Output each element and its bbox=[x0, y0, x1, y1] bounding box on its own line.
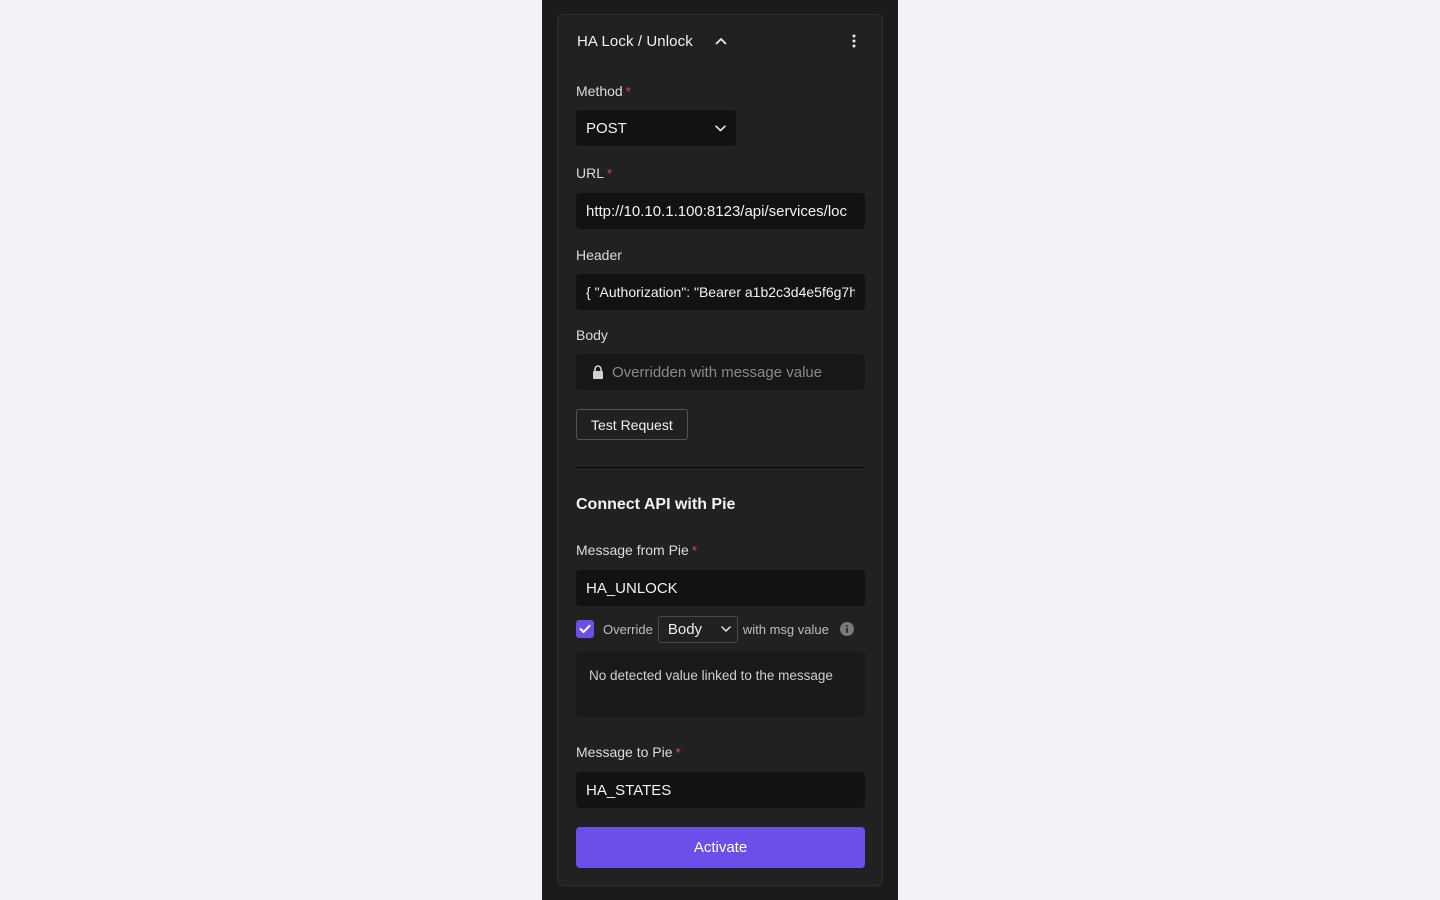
message-from-pie-value: HA_UNLOCK bbox=[586, 579, 678, 597]
chevron-down-icon bbox=[721, 626, 731, 632]
method-select[interactable]: POST bbox=[576, 110, 736, 146]
required-mark: * bbox=[607, 166, 613, 181]
message-from-pie-input[interactable]: HA_UNLOCK bbox=[576, 570, 865, 606]
body-placeholder: Overridden with message value bbox=[612, 363, 823, 381]
header-label: Header bbox=[576, 247, 622, 263]
body-label-text: Body bbox=[576, 327, 608, 343]
method-select-value: POST bbox=[586, 119, 627, 137]
url-input[interactable]: http://10.10.1.100:8123/api/services/loc bbox=[576, 193, 865, 229]
header-input[interactable]: { "Authorization": "Bearer a1b2c3d4e5f6g… bbox=[576, 274, 865, 310]
lock-icon bbox=[592, 365, 604, 379]
header-label-text: Header bbox=[576, 247, 622, 263]
message-to-pie-label-text: Message to Pie bbox=[576, 744, 673, 760]
more-vertical-icon bbox=[852, 34, 856, 48]
message-from-pie-label: Message from Pie * bbox=[576, 542, 697, 558]
body-label: Body bbox=[576, 327, 608, 343]
header-input-value: { "Authorization": "Bearer a1b2c3d4e5f6g… bbox=[586, 284, 855, 300]
card-title: HA Lock / Unlock bbox=[577, 32, 693, 50]
message-to-pie-label: Message to Pie * bbox=[576, 744, 681, 760]
override-target-select[interactable]: Body bbox=[657, 615, 738, 643]
body-input: Overridden with message value bbox=[576, 354, 865, 390]
override-checkbox[interactable] bbox=[576, 620, 594, 638]
api-config-card: HA Lock / Unlock Method * POST URL * http:… bbox=[557, 14, 883, 886]
info-icon[interactable] bbox=[839, 622, 854, 636]
message-to-pie-input[interactable]: HA_STATES bbox=[576, 772, 865, 808]
required-mark: * bbox=[625, 84, 631, 99]
override-label: Override bbox=[603, 621, 653, 637]
required-mark: * bbox=[691, 543, 697, 558]
section-divider bbox=[576, 467, 865, 468]
side-panel: HA Lock / Unlock Method * POST URL * http:… bbox=[542, 0, 898, 900]
test-request-button[interactable]: Test Request bbox=[576, 409, 688, 440]
activate-button[interactable]: Activate bbox=[576, 827, 865, 868]
more-options-button[interactable] bbox=[845, 32, 863, 50]
message-to-pie-value: HA_STATES bbox=[586, 781, 672, 799]
url-input-value: http://10.10.1.100:8123/api/services/loc bbox=[586, 202, 848, 220]
required-mark: * bbox=[675, 745, 681, 760]
chevron-down-icon bbox=[715, 124, 726, 131]
collapse-button[interactable] bbox=[713, 33, 729, 49]
url-label-text: URL bbox=[576, 165, 605, 181]
message-from-pie-label-text: Message from Pie bbox=[576, 542, 689, 558]
checkmark-icon bbox=[579, 624, 591, 633]
method-label-text: Method bbox=[576, 83, 623, 99]
section-title: Connect API with Pie bbox=[576, 496, 736, 513]
override-suffix: with msg value bbox=[742, 621, 829, 637]
override-target-value: Body bbox=[667, 620, 703, 638]
chevron-up-icon bbox=[715, 38, 727, 45]
url-label: URL * bbox=[576, 165, 612, 181]
card-header: HA Lock / Unlock bbox=[577, 31, 865, 51]
override-row: Override Body with msg value bbox=[576, 615, 865, 643]
method-label: Method * bbox=[576, 83, 631, 99]
no-value-notice: No detected value linked to the message bbox=[576, 652, 865, 717]
